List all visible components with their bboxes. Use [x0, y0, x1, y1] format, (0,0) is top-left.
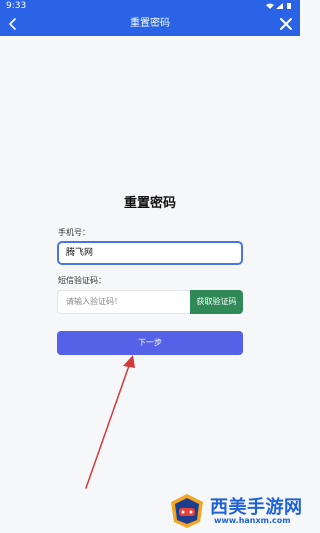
- phone-input[interactable]: 腾飞网: [57, 241, 243, 265]
- next-step-button[interactable]: 下一步: [57, 331, 243, 355]
- watermark: 西美手游网 www.hanxm.com: [168, 492, 302, 530]
- page-title: 重置密码: [130, 18, 170, 29]
- battery-icon: [287, 3, 291, 9]
- watermark-url: www.hanxm.com: [214, 516, 291, 525]
- phone-label: 手机号：: [58, 228, 90, 237]
- signal-icon: [276, 3, 283, 9]
- sms-code-label: 短信验证码：: [58, 276, 106, 285]
- status-icons: [266, 3, 291, 9]
- form-heading: 重置密码: [123, 196, 176, 211]
- watermark-logo: [171, 494, 203, 528]
- wifi-icon: [266, 3, 274, 9]
- close-icon[interactable]: [278, 16, 294, 32]
- annotation-arrow: [85, 355, 135, 489]
- sms-code-input[interactable]: 请输入验证码！: [57, 290, 190, 314]
- status-bar: 9:33: [0, 0, 300, 12]
- get-code-button[interactable]: 获取验证码: [190, 290, 243, 314]
- status-time: 9:33: [6, 1, 27, 11]
- title-bar: 重置密码: [0, 12, 300, 36]
